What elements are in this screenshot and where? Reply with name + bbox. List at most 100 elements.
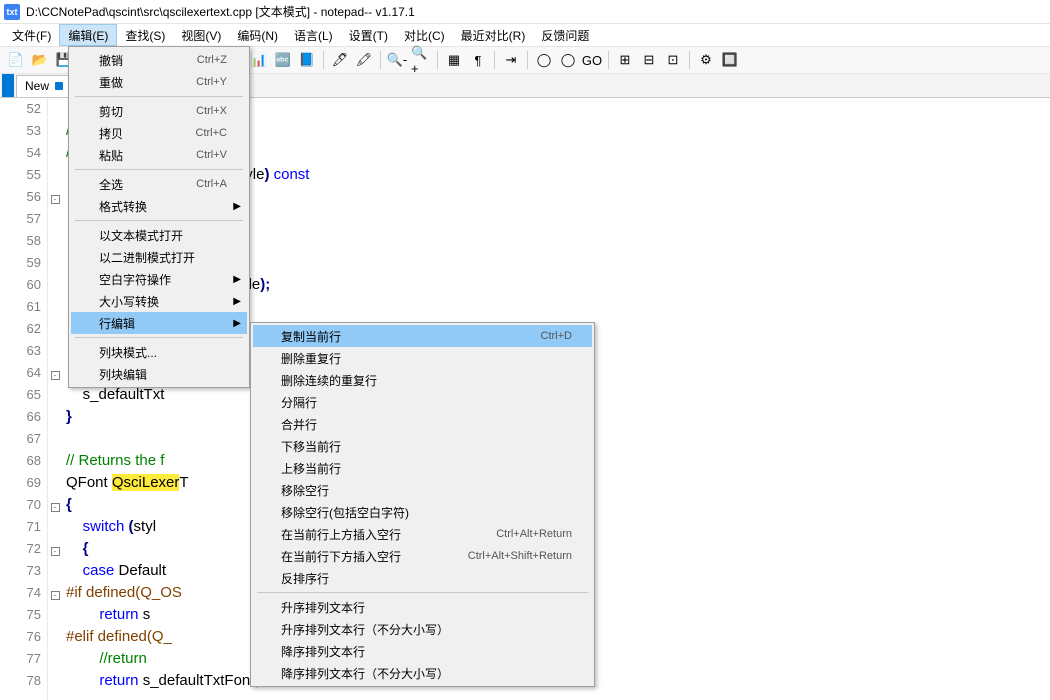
menu-item-列块编辑[interactable]: 列块编辑 [71, 363, 247, 385]
menu-语言(L)[interactable]: 语言(L) [286, 24, 341, 46]
fold-marker[interactable] [48, 318, 62, 340]
menu-对比(C)[interactable]: 对比(C) [396, 24, 453, 46]
toolbar-button[interactable]: 📘 [297, 50, 317, 70]
toolbar-button[interactable]: 🔤 [273, 50, 293, 70]
fold-marker[interactable] [48, 252, 62, 274]
toolbar-button[interactable]: 🔍- [387, 50, 407, 70]
fold-marker[interactable] [48, 120, 62, 142]
menu-item-升序排列文本行[interactable]: 升序排列文本行 [253, 596, 592, 618]
toolbar-button[interactable]: ¶ [468, 50, 488, 70]
fold-marker[interactable] [48, 296, 62, 318]
menu-shortcut: Ctrl+X [196, 105, 227, 117]
fold-marker[interactable] [48, 516, 62, 538]
fold-column[interactable]: - - - - - [48, 98, 62, 700]
menu-item-移除空行[interactable]: 移除空行 [253, 479, 592, 501]
menu-item-以二进制模式打开[interactable]: 以二进制模式打开 [71, 246, 247, 268]
fold-marker[interactable]: - [48, 538, 62, 560]
menu-item-撤销[interactable]: 撤销Ctrl+Z [71, 49, 247, 71]
fold-marker[interactable] [48, 142, 62, 164]
menu-item-反排序行[interactable]: 反排序行 [253, 567, 592, 589]
menu-item-全选[interactable]: 全选Ctrl+A [71, 173, 247, 195]
menu-item-label: 反排序行 [281, 570, 329, 587]
toolbar-button[interactable]: 🖊 [330, 50, 350, 70]
fold-marker[interactable] [48, 450, 62, 472]
fold-marker[interactable]: - [48, 582, 62, 604]
menu-item-空白字符操作[interactable]: 空白字符操作▶ [71, 268, 247, 290]
toolbar-button[interactable]: ◯ [558, 50, 578, 70]
fold-marker[interactable] [48, 274, 62, 296]
fold-marker[interactable] [48, 472, 62, 494]
submenu-arrow-icon: ▶ [233, 318, 241, 329]
fold-marker[interactable] [48, 384, 62, 406]
menu-item-在当前行下方插入空行[interactable]: 在当前行下方插入空行Ctrl+Alt+Shift+Return [253, 545, 592, 567]
toolbar-button[interactable]: 📊 [249, 50, 269, 70]
menu-item-拷贝[interactable]: 拷贝 Ctrl+C [71, 122, 247, 144]
fold-marker[interactable]: - [48, 362, 62, 384]
fold-marker[interactable] [48, 428, 62, 450]
menu-查找(S)[interactable]: 查找(S) [117, 24, 173, 46]
toolbar-button[interactable]: 🔍+ [411, 50, 431, 70]
toolbar-button[interactable]: ⚙ [696, 50, 716, 70]
fold-marker[interactable]: - [48, 186, 62, 208]
menu-item-大小写转换[interactable]: 大小写转换▶ [71, 290, 247, 312]
toolbar-button[interactable]: 📂 [30, 50, 50, 70]
submenu-arrow-icon: ▶ [233, 296, 241, 307]
toolbar-button[interactable]: ◯ [534, 50, 554, 70]
fold-marker[interactable] [48, 670, 62, 692]
menu-item-合并行[interactable]: 合并行 [253, 413, 592, 435]
menu-item-删除连续的重复行[interactable]: 删除连续的重复行 [253, 369, 592, 391]
menu-item-降序排列文本行（不分大小写）[interactable]: 降序排列文本行（不分大小写） [253, 662, 592, 684]
fold-marker[interactable] [48, 98, 62, 120]
menu-item-降序排列文本行[interactable]: 降序排列文本行 [253, 640, 592, 662]
toolbar-button[interactable]: ⊞ [615, 50, 635, 70]
fold-marker[interactable] [48, 560, 62, 582]
menu-item-行编辑[interactable]: 行编辑 ▶ [71, 312, 247, 334]
toolbar-button[interactable]: 🔲 [720, 50, 740, 70]
fold-marker[interactable] [48, 340, 62, 362]
menu-item-上移当前行[interactable]: 上移当前行 [253, 457, 592, 479]
menu-item-剪切[interactable]: 剪切Ctrl+X [71, 100, 247, 122]
toolbar-button[interactable]: ▦ [444, 50, 464, 70]
toolbar-button[interactable]: ⇥ [501, 50, 521, 70]
menu-设置(T)[interactable]: 设置(T) [341, 24, 396, 46]
fold-marker[interactable] [48, 208, 62, 230]
line-number: 75 [0, 604, 41, 626]
menu-item-下移当前行[interactable]: 下移当前行 [253, 435, 592, 457]
menu-item-粘贴[interactable]: 粘贴Ctrl+V [71, 144, 247, 166]
menu-编码(N)[interactable]: 编码(N) [229, 24, 286, 46]
menu-反馈问题[interactable]: 反馈问题 [533, 24, 597, 46]
line-number: 74 [0, 582, 41, 604]
menu-item-重做[interactable]: 重做Ctrl+Y [71, 71, 247, 93]
menu-最近对比(R)[interactable]: 最近对比(R) [453, 24, 534, 46]
menu-item-移除空行(包括空白字符)[interactable]: 移除空行(包括空白字符) [253, 501, 592, 523]
fold-marker[interactable] [48, 604, 62, 626]
menu-文件(F)[interactable]: 文件(F) [4, 24, 59, 46]
menu-item-升序排列文本行（不分大小写）[interactable]: 升序排列文本行（不分大小写） [253, 618, 592, 640]
menu-item-列块模式...[interactable]: 列块模式... [71, 341, 247, 363]
toolbar-button[interactable]: ⊟ [639, 50, 659, 70]
line-number: 65 [0, 384, 41, 406]
menu-item-label: 重做 [99, 74, 123, 91]
toolbar-button[interactable]: GO [582, 50, 602, 70]
menu-item-label: 拷贝 [99, 125, 123, 142]
menu-item-在当前行上方插入空行[interactable]: 在当前行上方插入空行Ctrl+Alt+Return [253, 523, 592, 545]
menu-shortcut: Ctrl+C [196, 127, 227, 139]
line-gutter: 5253545556575859606162636465666768697071… [0, 98, 48, 700]
menu-视图(V)[interactable]: 视图(V) [173, 24, 229, 46]
toolbar-button[interactable]: ⊡ [663, 50, 683, 70]
menu-item-格式转换[interactable]: 格式转换▶ [71, 195, 247, 217]
toolbar-button[interactable]: 🖍 [354, 50, 374, 70]
menu-编辑(E)[interactable]: 编辑(E) [59, 24, 117, 46]
fold-marker[interactable] [48, 230, 62, 252]
menu-item-删除重复行[interactable]: 删除重复行 [253, 347, 592, 369]
menu-item-分隔行[interactable]: 分隔行 [253, 391, 592, 413]
fold-marker[interactable] [48, 648, 62, 670]
fold-marker[interactable] [48, 626, 62, 648]
fold-marker[interactable] [48, 406, 62, 428]
fold-marker[interactable]: - [48, 494, 62, 516]
menu-item-label: 行编辑 [99, 315, 135, 332]
fold-marker[interactable] [48, 164, 62, 186]
menu-item-以文本模式打开[interactable]: 以文本模式打开 [71, 224, 247, 246]
toolbar-button[interactable]: 📄 [6, 50, 26, 70]
menu-item-复制当前行[interactable]: 复制当前行Ctrl+D [253, 325, 592, 347]
